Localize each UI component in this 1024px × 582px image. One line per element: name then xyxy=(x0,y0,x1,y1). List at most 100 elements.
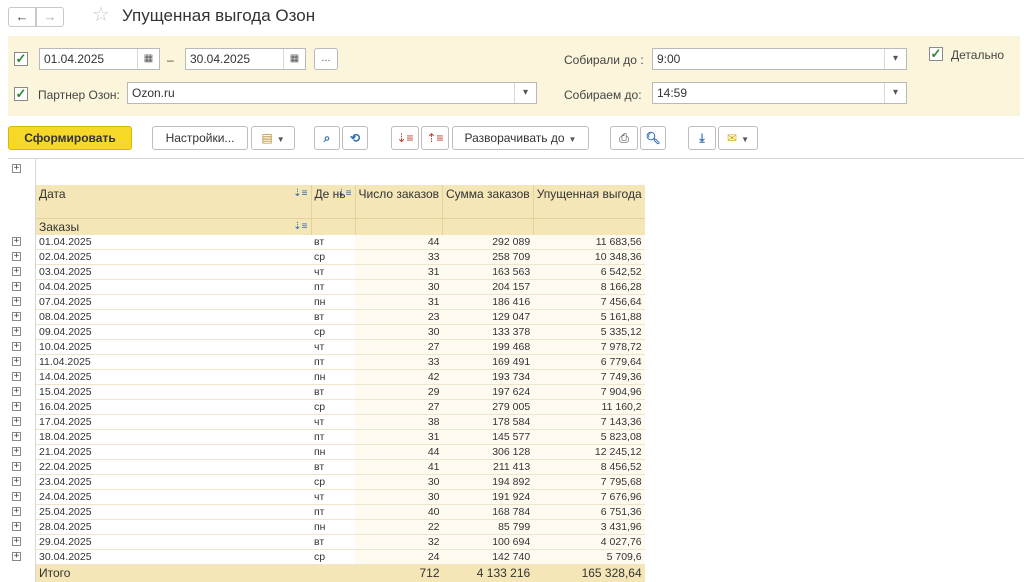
plus-expand-icon[interactable]: + xyxy=(12,417,21,426)
cell-orders-count: 22 xyxy=(355,519,443,535)
table-row[interactable]: 08.04.2025 вт 23 129 047 5 161,88 xyxy=(36,309,645,325)
table-row[interactable]: 04.04.2025 пт 30 204 157 8 166,28 xyxy=(36,279,645,295)
plus-expand-icon[interactable]: + xyxy=(12,507,21,516)
period-from-field[interactable]: 01.04.2025 ▦ xyxy=(39,48,160,70)
plus-expand-icon[interactable]: + xyxy=(12,552,21,561)
plus-expand-icon[interactable]: + xyxy=(12,492,21,501)
cell-orders-sum: 85 799 xyxy=(442,519,534,535)
cell-date: 03.04.2025 xyxy=(36,264,311,280)
header-orders-count[interactable]: Число заказов xyxy=(354,185,443,218)
plus-expand-icon[interactable]: + xyxy=(12,387,21,396)
dropdown-arrow-icon[interactable]: ▾ xyxy=(514,83,536,103)
generate-button[interactable]: Сформировать xyxy=(8,126,132,150)
table-row[interactable]: 14.04.2025 пн 42 193 734 7 749,36 xyxy=(36,369,645,385)
cell-orders-count: 31 xyxy=(355,294,443,310)
plus-expand-icon[interactable]: + xyxy=(12,522,21,531)
sort-desc-button[interactable]: ⇣≡ xyxy=(391,126,419,150)
favorite-star-icon[interactable]: ☆ xyxy=(92,5,110,25)
calendar-icon[interactable]: ▦ xyxy=(137,49,159,69)
expand-to-button[interactable]: Разворачивать до ▼ xyxy=(452,126,589,150)
plus-expand-icon[interactable]: + xyxy=(12,447,21,456)
period-select-button[interactable]: ... xyxy=(314,48,338,70)
toolbar: Сформировать Настройки... ▤ ▼ ⌕ ⟲ ⇣≡ ⇡≡ Р… xyxy=(0,124,1024,150)
detail-checkbox[interactable]: ✓ xyxy=(929,47,943,61)
header-orders-sum[interactable]: Сумма заказов xyxy=(442,185,534,218)
plus-expand-icon[interactable]: + xyxy=(12,237,21,246)
header-lost-profit[interactable]: Упущенная выгода xyxy=(532,185,645,218)
cell-orders-sum: 145 577 xyxy=(442,429,534,445)
plus-expand-icon[interactable]: + xyxy=(12,164,21,173)
plus-expand-icon[interactable]: + xyxy=(12,282,21,291)
table-row[interactable]: 30.04.2025 ср 24 142 740 5 709,6 xyxy=(36,549,645,565)
cell-lost-profit: 7 676,96 xyxy=(533,489,645,505)
total-orders-count: 712 xyxy=(355,564,443,582)
table-row[interactable]: 28.04.2025 пн 22 85 799 3 431,96 xyxy=(36,519,645,535)
collected-time-field[interactable]: 9:00 ▾ xyxy=(652,48,907,70)
table-row[interactable]: 24.04.2025 чт 30 191 924 7 676,96 xyxy=(36,489,645,505)
report-area: + + + + + + + + + + + + + + + + + + + + + + + Дата ⇣≡ ⇣≡ Де нь … xyxy=(8,158,1024,582)
table-row[interactable]: 22.04.2025 вт 41 211 413 8 456,52 xyxy=(36,459,645,475)
cell-date: 17.04.2025 xyxy=(36,414,311,430)
download-button[interactable]: ⤓ xyxy=(688,126,716,150)
search-icon: ⌕ xyxy=(323,131,331,145)
cell-lost-profit: 4 027,76 xyxy=(533,534,645,550)
settings-button[interactable]: Настройки... xyxy=(152,126,248,150)
cell-day: ср xyxy=(311,474,355,490)
plus-expand-icon[interactable]: + xyxy=(12,477,21,486)
plus-expand-icon[interactable]: + xyxy=(12,357,21,366)
table-row[interactable]: 03.04.2025 чт 31 163 563 6 542,52 xyxy=(36,264,645,280)
dropdown-arrow-icon[interactable]: ▾ xyxy=(884,83,906,103)
plus-expand-icon[interactable]: + xyxy=(12,537,21,546)
table-row[interactable]: 09.04.2025 ср 30 133 378 5 335,12 xyxy=(36,324,645,340)
dropdown-arrow-icon[interactable]: ▾ xyxy=(884,49,906,69)
cell-date: 16.04.2025 xyxy=(36,399,311,415)
plus-expand-icon[interactable]: + xyxy=(12,252,21,261)
header-day[interactable]: ⇣≡ Де нь xyxy=(310,185,355,218)
plus-expand-icon[interactable]: + xyxy=(12,267,21,276)
table-row[interactable]: 21.04.2025 пн 44 306 128 12 245,12 xyxy=(36,444,645,460)
plus-expand-icon[interactable]: + xyxy=(12,297,21,306)
plus-expand-icon[interactable]: + xyxy=(12,432,21,441)
send-mail-button[interactable]: ✉ ▼ xyxy=(718,126,758,150)
partner-checkbox[interactable]: ✓ xyxy=(14,87,28,101)
print-preview-button[interactable]: 🔍︎ xyxy=(640,126,666,150)
header-date[interactable]: Дата ⇣≡ xyxy=(36,185,311,218)
forward-button[interactable]: → xyxy=(36,7,64,27)
table-row[interactable]: 23.04.2025 ср 30 194 892 7 795,68 xyxy=(36,474,645,490)
table-row[interactable]: 17.04.2025 чт 38 178 584 7 143,36 xyxy=(36,414,645,430)
calendar-icon[interactable]: ▦ xyxy=(283,49,305,69)
table-row[interactable]: 02.04.2025 ср 33 258 709 10 348,36 xyxy=(36,249,645,265)
table-row[interactable]: 29.04.2025 вт 32 100 694 4 027,76 xyxy=(36,534,645,550)
period-to-field[interactable]: 30.04.2025 ▦ xyxy=(185,48,306,70)
plus-expand-icon[interactable]: + xyxy=(12,312,21,321)
table-row[interactable]: 11.04.2025 пт 33 169 491 6 779,64 xyxy=(36,354,645,370)
table-row[interactable]: 10.04.2025 чт 27 199 468 7 978,72 xyxy=(36,339,645,355)
plus-expand-icon[interactable]: + xyxy=(12,342,21,351)
sort-asc-button[interactable]: ⇡≡ xyxy=(421,126,449,150)
partner-select[interactable]: Ozon.ru ▾ xyxy=(127,82,537,104)
back-button[interactable]: ← xyxy=(8,7,36,27)
plus-expand-icon[interactable]: + xyxy=(12,372,21,381)
print-button[interactable]: ⎙ xyxy=(610,126,638,150)
cell-lost-profit: 11 683,56 xyxy=(533,235,645,250)
table-row[interactable]: 16.04.2025 ср 27 279 005 11 160,2 xyxy=(36,399,645,415)
plus-expand-icon[interactable]: + xyxy=(12,402,21,411)
table-row[interactable]: 15.04.2025 вт 29 197 624 7 904,96 xyxy=(36,384,645,400)
header-group-orders[interactable]: Заказы ⇣≡ xyxy=(36,217,311,235)
search-settings-button[interactable]: ⟲ xyxy=(342,126,368,150)
collecting-time-field[interactable]: 14:59 ▾ xyxy=(652,82,907,104)
table-row[interactable]: 18.04.2025 пт 31 145 577 5 823,08 xyxy=(36,429,645,445)
table-row[interactable]: 01.04.2025 вт 44 292 089 11 683,56 xyxy=(36,235,645,250)
plus-expand-icon[interactable]: + xyxy=(12,327,21,336)
table-row[interactable]: 07.04.2025 пн 31 186 416 7 456,64 xyxy=(36,294,645,310)
period-checkbox[interactable]: ✓ xyxy=(14,52,28,66)
table-row[interactable]: 25.04.2025 пт 40 168 784 6 751,36 xyxy=(36,504,645,520)
cell-day: чт xyxy=(311,414,355,430)
cell-lost-profit: 8 456,52 xyxy=(533,459,645,475)
search-button[interactable]: ⌕ xyxy=(314,126,340,150)
sort-icon[interactable]: ⇣≡ xyxy=(293,220,307,234)
plus-expand-icon[interactable]: + xyxy=(12,462,21,471)
sort-icon[interactable]: ⇣≡ xyxy=(293,187,307,201)
cell-day: чт xyxy=(311,489,355,505)
variants-button[interactable]: ▤ ▼ xyxy=(251,126,295,150)
